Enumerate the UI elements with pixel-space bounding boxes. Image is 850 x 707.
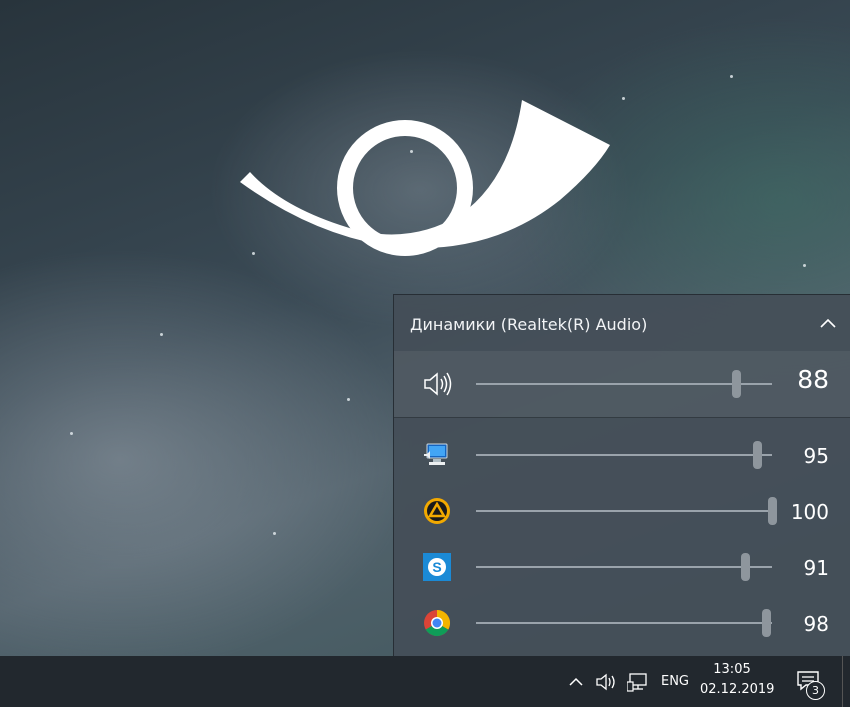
chevron-up-icon[interactable] [819, 315, 837, 331]
master-volume-value: 88 [797, 365, 829, 394]
chrome-volume-value: 98 [803, 612, 829, 636]
speaker-icon[interactable] [422, 369, 452, 399]
show-hidden-icons-button[interactable] [564, 656, 588, 707]
chrome-volume-slider[interactable] [476, 609, 772, 637]
chrome-icon[interactable] [422, 608, 452, 638]
skype-volume-thumb[interactable] [741, 553, 751, 581]
flyout-header: Динамики (Realtek(R) Audio) [394, 295, 850, 351]
system-sounds-volume-thumb[interactable] [753, 441, 763, 469]
system-sounds-icon[interactable] [422, 440, 452, 470]
aimp-icon[interactable] [422, 496, 452, 526]
notification-count-badge: 3 [806, 681, 825, 700]
system-sounds-volume-slider[interactable] [476, 441, 772, 469]
clock-time: 13:05 [713, 662, 751, 677]
skype-volume-slider[interactable] [476, 553, 772, 581]
speaker-icon [596, 673, 615, 690]
aimp-volume-slider[interactable] [476, 497, 777, 525]
system-sounds-volume-value: 95 [803, 444, 829, 468]
posthorn-logo [240, 100, 610, 256]
taskbar: ENG 13:05 02.12.2019 3 [0, 656, 850, 707]
master-volume-slider[interactable] [476, 370, 772, 398]
svg-text:S: S [432, 559, 441, 575]
network-icon [627, 672, 647, 692]
app-volume-row-skype: S 91 [394, 547, 850, 587]
volume-mixer-flyout: Динамики (Realtek(R) Audio) 88 95 100 S … [393, 294, 850, 657]
clock-date: 02.12.2019 [700, 682, 775, 697]
language-indicator[interactable]: ENG [656, 656, 694, 707]
divider [394, 417, 850, 418]
tray-network-button[interactable] [624, 656, 652, 707]
master-volume-row: 88 [394, 351, 850, 417]
chevron-up-icon [569, 677, 583, 686]
app-volume-row-system-sounds: 95 [394, 435, 850, 475]
device-name-label[interactable]: Динамики (Realtek(R) Audio) [410, 315, 647, 334]
action-center-button[interactable]: 3 [790, 664, 828, 700]
skype-icon[interactable]: S [422, 552, 452, 582]
clock[interactable]: 13:05 02.12.2019 [700, 660, 775, 700]
show-desktop-button[interactable] [842, 656, 850, 707]
tray-volume-button[interactable] [592, 656, 620, 707]
app-volume-row-chrome: 98 [394, 603, 850, 643]
app-volume-row-aimp: 100 [394, 491, 850, 531]
master-volume-thumb[interactable] [732, 370, 742, 398]
aimp-volume-value: 100 [790, 500, 829, 524]
skype-volume-value: 91 [803, 556, 829, 580]
